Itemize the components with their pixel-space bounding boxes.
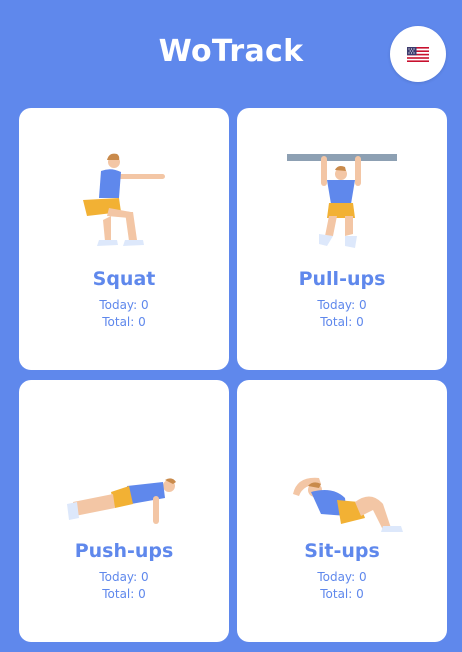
total-count: Total: 0 bbox=[102, 315, 146, 329]
pull-ups-illustration-icon bbox=[287, 154, 397, 248]
today-count: Today: 0 bbox=[99, 298, 149, 312]
app-header: WoTrack bbox=[0, 0, 462, 100]
today-count: Today: 0 bbox=[317, 298, 367, 312]
total-count: Total: 0 bbox=[320, 315, 364, 329]
squat-illustration-icon bbox=[83, 153, 165, 246]
total-count: Total: 0 bbox=[320, 587, 364, 601]
exercise-name: Pull-ups bbox=[298, 268, 386, 290]
today-count: Today: 0 bbox=[99, 570, 149, 584]
exercise-name: Sit-ups bbox=[304, 540, 380, 562]
total-count: Total: 0 bbox=[102, 587, 146, 601]
exercise-name: Push-ups bbox=[74, 540, 174, 562]
push-ups-illustration-icon bbox=[67, 478, 176, 524]
exercise-card-sit-ups[interactable]: Sit-ups Today: 0 Total: 0 bbox=[237, 380, 447, 642]
exercise-card-squat[interactable]: Squat Today: 0 Total: 0 bbox=[19, 108, 229, 370]
exercise-card-push-ups[interactable]: Push-ups Today: 0 Total: 0 bbox=[19, 380, 229, 642]
language-button[interactable] bbox=[390, 26, 446, 82]
today-count: Today: 0 bbox=[317, 570, 367, 584]
sit-ups-illustration-icon bbox=[293, 477, 403, 532]
exercise-name: Squat bbox=[92, 268, 156, 290]
exercise-card-pull-ups[interactable]: Pull-ups Today: 0 Total: 0 bbox=[237, 108, 447, 370]
us-flag-icon bbox=[407, 46, 429, 62]
